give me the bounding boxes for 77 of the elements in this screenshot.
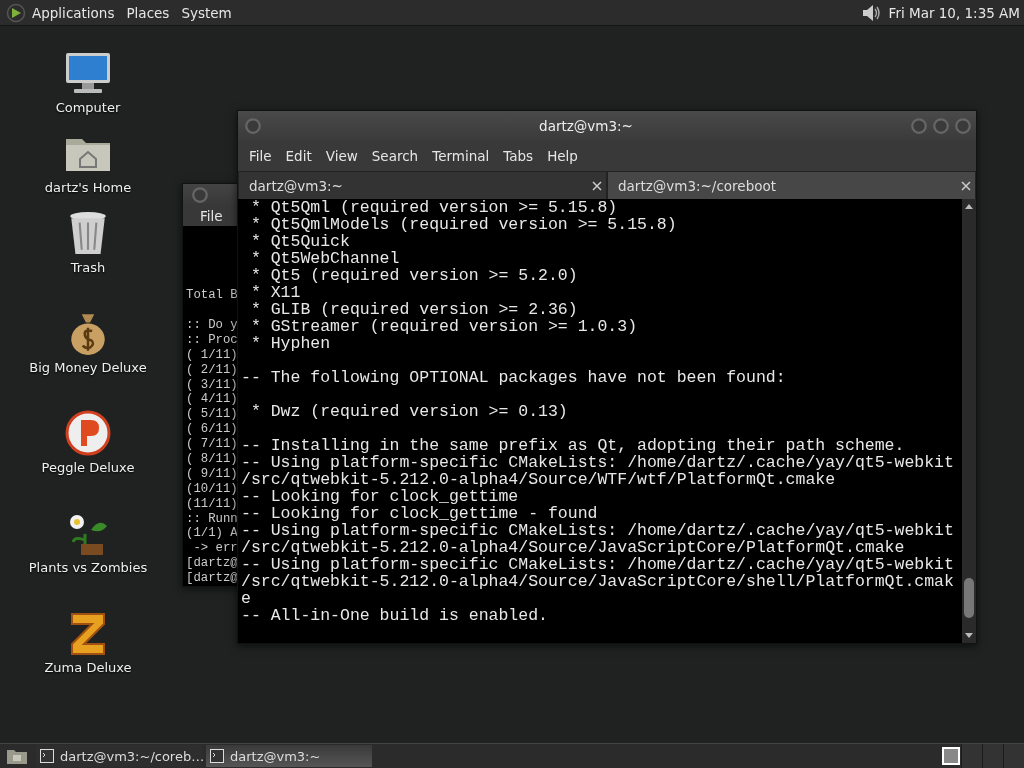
terminal-line: (10/11) <box>186 481 238 497</box>
terminal-line: ( 4/11) <box>186 392 238 408</box>
close-icon[interactable] <box>961 180 971 191</box>
terminal-line: * Qt5QmlModels (required version >= 5.15.8) <box>249 216 677 233</box>
close-icon[interactable] <box>592 180 602 191</box>
panel-menu[interactable]: System <box>181 4 232 21</box>
desktop-icon-label[interactable]: Trash <box>70 260 106 275</box>
terminal-line: ( 2/11) <box>186 362 238 378</box>
desktop-icon-label[interactable]: Peggle Deluxe <box>41 460 135 475</box>
desktop-icon-label[interactable]: dartz's Home <box>44 180 132 195</box>
desktop-icon-label[interactable]: Plants vs Zombies <box>28 560 148 575</box>
terminal-line: :: Runn <box>186 511 238 527</box>
terminal-line: /src/qtwebkit-5.212.0-alpha4/Source/JavaScriptCore/PlatformQt.cmake <box>241 539 905 556</box>
menu-item[interactable]: Terminal <box>425 148 497 164</box>
taskbar-button[interactable]: dartz@vm3:~ <box>206 745 372 767</box>
terminal-line: /src/qtwebkit-5.212.0-alpha4/Source/WTF/wtf/PlatformQt.cmake <box>241 471 836 488</box>
terminal-line: (1/1) A <box>186 526 238 542</box>
terminal-line: :: Do y <box>186 317 238 333</box>
terminal-line: ( 3/11) <box>186 377 238 393</box>
terminal-line: * X11 <box>249 284 301 301</box>
terminal-line: (11/11) <box>186 496 238 512</box>
panel-menu[interactable]: Applications <box>32 4 115 21</box>
terminal-line: * Qt5WebChannel <box>249 250 400 267</box>
terminal-line: ( 1/11) <box>186 347 238 363</box>
terminal-icon <box>40 749 54 763</box>
tab[interactable]: dartz@vm3:~ <box>238 171 607 199</box>
scrollbar[interactable] <box>962 199 976 643</box>
terminal-line: -- Looking for clock_gettime <box>241 488 519 505</box>
computer-icon[interactable] <box>64 50 112 96</box>
terminal-line: ( 7/11) <box>186 437 238 452</box>
desktop-icon-label[interactable]: Computer <box>55 100 121 115</box>
panel-menu[interactable]: Places <box>126 4 170 21</box>
terminal-line: * Qt5Quick <box>249 233 350 250</box>
scrollbar-thumb[interactable] <box>964 578 974 618</box>
terminal-line: e <box>241 590 251 607</box>
show-desktop-icon[interactable] <box>6 747 28 765</box>
terminal-line: ( 5/11) <box>186 407 238 423</box>
speaker-icon[interactable] <box>860 2 883 23</box>
terminal-icon <box>210 749 224 763</box>
terminal-line: /src/qtwebkit-5.212.0-alpha4/Source/JavaScriptCore/shell/PlatformQt.cmak <box>241 573 954 590</box>
terminal-line: -- Installing in the same prefix as Qt, adopting their path scheme. <box>241 437 905 454</box>
terminal-line: ( 8/11) <box>186 452 238 467</box>
logo-icon[interactable] <box>6 2 26 23</box>
menu-item[interactable]: Search <box>364 148 426 164</box>
terminal-line: * GLIB (required version >= 2.36) <box>249 301 578 318</box>
terminal-line: -- Using platform-specific CMakeLists: /home/dartz/.cache/yay/qt5-webkit <box>241 522 954 539</box>
terminal-line: [dartz@ <box>186 571 238 586</box>
desktop-icon-label[interactable]: Big Money Deluxe <box>29 360 147 375</box>
menu-item[interactable]: Tabs <box>496 148 541 164</box>
terminal-line: -- Using platform-specific CMakeLists: /home/dartz/.cache/yay/qt5-webkit <box>241 556 954 573</box>
terminal-line: * Dwz (required version >= 0.13) <box>249 403 568 420</box>
menu-item[interactable]: File <box>242 148 279 164</box>
menu-item[interactable]: Help <box>540 148 585 164</box>
terminal-line: * Qt5Qml (required version >= 5.15.8) <box>249 199 618 216</box>
tab[interactable]: dartz@vm3:~/coreboot <box>607 171 976 199</box>
window-title: dartz@vm3:~ <box>538 118 634 134</box>
scroll-down-icon[interactable] <box>964 632 974 640</box>
desktop-icon-label[interactable]: Zuma Deluxe <box>44 660 132 675</box>
terminal-line: * GStreamer (required version >= 1.0.3) <box>249 318 638 335</box>
terminal-line: -- Looking for clock_gettime - found <box>241 505 598 522</box>
menu-item[interactable]: Edit <box>278 148 319 164</box>
terminal-line: -- All-in-One build is enabled. <box>241 607 548 624</box>
terminal-line: ( 9/11) <box>186 466 238 482</box>
terminal-line: -- Using platform-specific CMakeLists: /home/dartz/.cache/yay/qt5-webkit <box>241 454 954 471</box>
terminal-line: Total B <box>186 288 238 304</box>
terminal-line: * Qt5 (required version >= 5.2.0) <box>249 267 578 284</box>
terminal-line: :: Proc <box>186 332 238 348</box>
terminal-line: ( 6/11) <box>186 422 238 438</box>
clock[interactable]: Fri Mar 10, 1:35 AM <box>888 4 1020 21</box>
menu-item[interactable]: File <box>193 207 230 224</box>
terminal-line: -- The following OPTIONAL packages have not been found: <box>241 369 786 386</box>
terminal-line: [dartz@ <box>186 556 238 572</box>
scroll-up-icon[interactable] <box>964 202 974 210</box>
terminal-line: -> err <box>192 541 238 557</box>
ball-icon[interactable] <box>64 410 112 456</box>
terminal-line: * Hyphen <box>249 335 331 352</box>
menu-item[interactable]: View <box>318 148 365 164</box>
